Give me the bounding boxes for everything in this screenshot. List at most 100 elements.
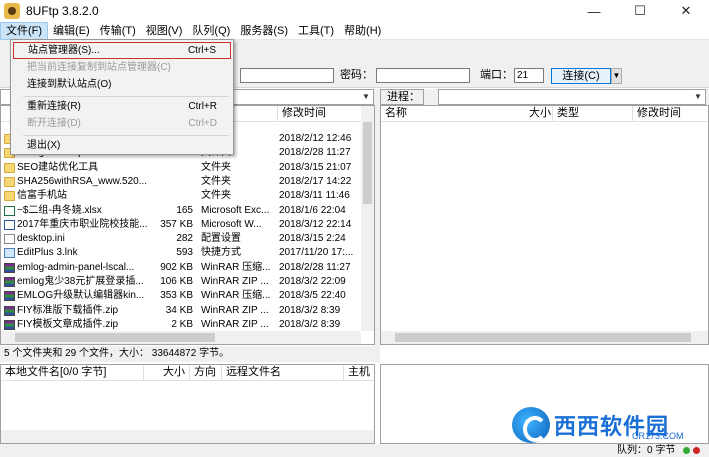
menu-transfer[interactable]: 传输(T) (95, 22, 141, 40)
close-button[interactable]: ✕ (663, 0, 709, 22)
file-modified: 2018/3/15 2:24 (279, 233, 346, 245)
file-icon (4, 262, 15, 273)
file-type: 文件夹 (201, 190, 231, 202)
menu-tools[interactable]: 工具(T) (293, 22, 339, 40)
shortcut-label: Ctrl+R (188, 101, 217, 112)
queue-col-remote-file[interactable]: 远程文件名 (222, 365, 344, 381)
status-light-icon (683, 447, 690, 454)
queue-col-direction[interactable]: 方向 (190, 365, 222, 381)
scroll-thumb[interactable] (363, 122, 372, 204)
file-row[interactable]: emlog鬼少38元扩展登录插... 106 KB WinRAR ZIP ... 20… (1, 275, 361, 289)
menu-exit-label: 退出(X) (27, 140, 61, 151)
shortcut-label: Ctrl+D (188, 118, 217, 129)
file-size: 34 KB (165, 304, 193, 316)
file-modified: 2018/2/17 14:22 (279, 175, 352, 187)
file-row[interactable]: 2017年重庆市职业院校技能... 357 KB Microsoft W... 201… (1, 218, 361, 232)
file-row[interactable]: desktop.ini 282 配置设置 2018/3/15 2:24 (1, 232, 361, 246)
password-input[interactable] (376, 68, 470, 83)
menu-view[interactable]: 视图(V) (141, 22, 188, 40)
file-icon (4, 219, 15, 230)
process-label: 进程： (380, 89, 424, 105)
file-modified: 2018/3/11 11:46 (279, 190, 350, 202)
queue-status: 队列：0 字节 (617, 445, 676, 456)
file-modified: 2018/3/2 8:39 (279, 304, 341, 316)
queue-col-local-file[interactable]: 本地文件名[0/0 字节] (1, 365, 144, 381)
local-horizontal-scrollbar[interactable] (1, 331, 361, 344)
status-light-icon (693, 447, 700, 454)
queue-col-size[interactable]: 大小 (144, 365, 190, 381)
file-modified: 2018/1/6 22:04 (279, 204, 346, 216)
file-modified: 2018/3/12 22:14 (279, 218, 352, 230)
menu-reconnect[interactable]: 重新连接(R) Ctrl+R (13, 98, 231, 115)
app-icon (4, 3, 20, 19)
file-row[interactable]: 信富手机站 文件夹 2018/3/11 11:46 (1, 189, 361, 203)
menu-disconnect[interactable]: 断开连接(D) Ctrl+D (13, 115, 231, 132)
connect-button[interactable]: 连接(C) (551, 68, 611, 84)
watermark-url: CR173.COM (632, 431, 684, 441)
port-input[interactable]: 21 (514, 68, 544, 83)
menu-queue[interactable]: 队列(Q) (187, 22, 235, 40)
file-icon (4, 319, 15, 330)
file-row[interactable]: EMLOG升级默认编辑器kin... 353 KB WinRAR 压缩... 2018… (1, 289, 361, 303)
file-row[interactable]: SEO建站优化工具 文件夹 2018/3/15 21:07 (1, 161, 361, 175)
file-row[interactable]: FIY标准版下载插件.zip 34 KB WinRAR ZIP ... 2018/3/… (1, 304, 361, 318)
remote-path-combo[interactable]: ▼ (438, 89, 706, 105)
local-vertical-scrollbar[interactable] (361, 106, 374, 331)
file-row[interactable]: EditPlus 3.lnk 593 快捷方式 2017/11/20 17:... (1, 246, 361, 260)
menu-file[interactable]: 文件(F) (0, 21, 49, 40)
menu-copy-to-site-manager[interactable]: 把当前连接复制到站点管理器(C) (13, 59, 231, 76)
file-row[interactable]: SHA256withRSA_www.520... 文件夹 2018/2/17 14:… (1, 175, 361, 189)
chevron-down-icon: ▼ (694, 92, 702, 101)
file-icon (4, 277, 15, 287)
queue-horizontal-scrollbar[interactable] (1, 430, 374, 443)
menu-disconnect-label: 断开连接(D) (27, 118, 81, 129)
folder-icon (4, 191, 15, 202)
file-icon (4, 205, 15, 216)
menu-help[interactable]: 帮助(H) (339, 22, 386, 40)
local-col-modified[interactable]: 修改时间 (278, 106, 362, 122)
menu-site-manager-label: 站点管理器(S)... (28, 45, 100, 56)
file-icon (4, 234, 15, 245)
file-type: WinRAR 压缩... (201, 261, 271, 273)
file-type: Microsoft W... (201, 218, 262, 230)
file-row[interactable]: ~$二组-冉冬娆.xlsx 165 Microsoft Exc... 2018/1/6… (1, 204, 361, 218)
remote-col-size[interactable]: 大小 (525, 106, 553, 122)
remote-col-type[interactable]: 类型 (553, 106, 633, 122)
file-type: WinRAR ZIP ... (201, 318, 269, 330)
file-type: WinRAR ZIP ... (201, 304, 269, 316)
scroll-thumb[interactable] (395, 333, 691, 342)
maximize-button[interactable]: ☐ (617, 0, 663, 22)
menu-site-manager[interactable]: 站点管理器(S)... Ctrl+S (13, 42, 231, 59)
minimize-button[interactable]: — (571, 0, 617, 22)
file-size: 282 (176, 233, 193, 245)
menu-server[interactable]: 服务器(S) (235, 22, 293, 40)
scroll-thumb[interactable] (15, 333, 215, 342)
remote-horizontal-scrollbar[interactable] (381, 331, 708, 344)
file-size: 2 KB (171, 318, 193, 330)
menu-separator (23, 96, 229, 97)
file-type: Microsoft Exc... (201, 204, 270, 216)
watermark: 西西软件园 CR173.COM (512, 407, 702, 443)
file-modified: 2017/11/20 17:... (279, 247, 354, 259)
file-size (151, 189, 193, 203)
menu-exit[interactable]: 退出(X) (13, 137, 231, 154)
window-title: 8UFtp 3.8.2.0 (26, 4, 99, 18)
file-type: 快捷方式 (201, 247, 241, 259)
file-type: 配置设置 (201, 233, 241, 245)
username-input[interactable] (240, 68, 334, 83)
remote-col-modified[interactable]: 修改时间 (633, 106, 708, 122)
file-size: 165 (176, 204, 193, 216)
file-size (151, 175, 193, 189)
file-size (151, 161, 193, 175)
menu-reconnect-label: 重新连接(R) (27, 101, 81, 112)
file-modified: 2018/2/28 11:27 (279, 147, 351, 159)
file-row[interactable]: emlog-admin-panel-lscal... 902 KB WinRAR 压… (1, 261, 361, 275)
menu-separator (23, 135, 229, 136)
menu-connect-default[interactable]: 连接到默认站点(O) (13, 76, 231, 93)
queue-col-host[interactable]: 主机 (344, 365, 374, 381)
title-bar: 8UFtp 3.8.2.0 — ☐ ✕ (0, 0, 709, 22)
file-type: 文件夹 (201, 175, 231, 187)
connect-dropdown-button[interactable]: ▼ (611, 68, 622, 84)
file-row[interactable]: FIY模板文章成插件.zip 2 KB WinRAR ZIP ... 2018/3/2… (1, 318, 361, 332)
menu-edit[interactable]: 编辑(E) (48, 22, 95, 40)
